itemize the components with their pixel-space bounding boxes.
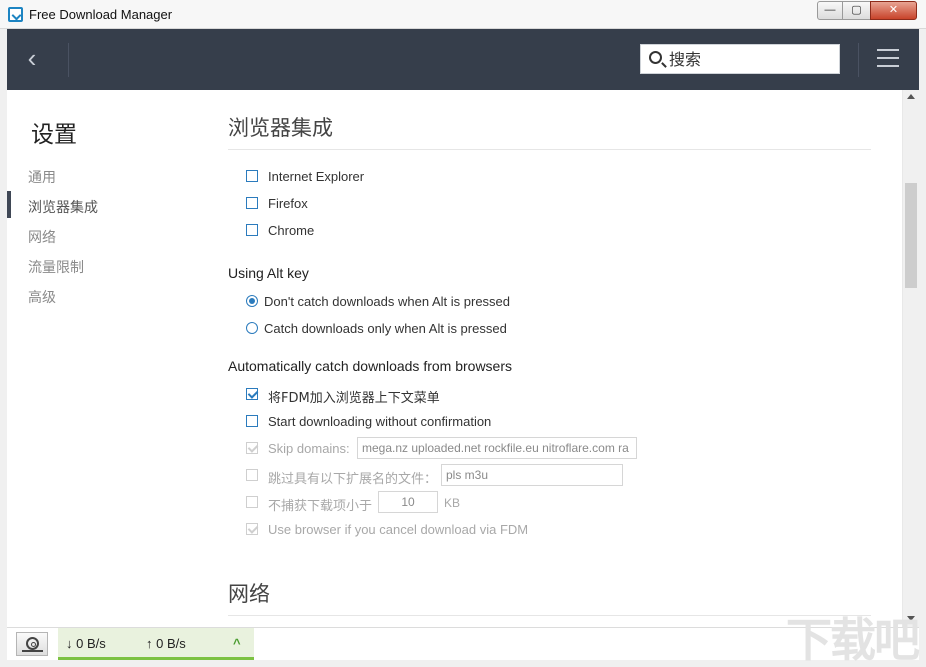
checkbox[interactable] <box>246 415 258 427</box>
upload-speed: ↑ 0 B/s <box>146 636 186 651</box>
option-label: 不捕获下载项小于 <box>268 499 373 514</box>
section-title-network: 网络 <box>228 582 270 606</box>
hamburger-menu-icon[interactable] <box>877 49 899 69</box>
option-label: Don't catch downloads when Alt is presse… <box>264 294 511 309</box>
option-label: Skip domains: <box>268 441 350 456</box>
scrollbar-thumb[interactable] <box>905 183 917 288</box>
download-speed: ↓ 0 B/s <box>66 636 106 651</box>
checkbox[interactable] <box>246 388 258 400</box>
checkbox <box>246 523 258 535</box>
section-divider <box>228 615 871 616</box>
checkbox[interactable] <box>246 170 258 182</box>
option-label: Chrome <box>268 223 315 238</box>
search-input[interactable] <box>669 49 834 69</box>
speed-limit-button[interactable] <box>16 632 48 656</box>
option-label: Catch downloads only when Alt is pressed <box>264 321 507 336</box>
snail-icon <box>26 637 39 650</box>
checkbox <box>246 469 258 481</box>
sidebar-item-browser-integration[interactable]: 浏览器集成 <box>28 197 98 217</box>
scroll-up-arrow-icon[interactable] <box>907 94 915 99</box>
speed-panel[interactable]: ↓ 0 B/s ↑ 0 B/s ^ <box>58 628 254 660</box>
maximize-button[interactable]: ▢ <box>843 1 870 20</box>
checkbox[interactable] <box>246 224 258 236</box>
sidebar-item-network[interactable]: 网络 <box>28 227 56 247</box>
option-label: Start downloading without confirmation <box>268 414 492 429</box>
skip-extensions-field: pls m3u <box>441 464 623 486</box>
settings-page: 设置 通用 浏览器集成 网络 流量限制 高级 浏览器集成 Internet Ex… <box>7 90 919 627</box>
section-title-browser-integration: 浏览器集成 <box>228 116 333 140</box>
min-size-unit: KB <box>444 496 461 510</box>
option-label: 跳过具有以下扩展名的文件： <box>268 472 438 487</box>
window-titlebar: Free Download Manager — ▢ ✕ <box>0 0 926 29</box>
sidebar-item-traffic-limits[interactable]: 流量限制 <box>28 257 84 277</box>
toolbar-divider <box>858 43 859 77</box>
minimize-button[interactable]: — <box>817 1 843 20</box>
search-box[interactable] <box>640 44 840 74</box>
snail-icon-foot <box>22 650 43 652</box>
window-title: Free Download Manager <box>29 7 173 22</box>
option-label: Firefox <box>268 196 308 211</box>
sidebar-item-general[interactable]: 通用 <box>28 167 56 187</box>
section-divider <box>228 149 871 150</box>
min-size-field: 10 <box>378 491 438 513</box>
app-toolbar: ‹ <box>7 29 919 90</box>
radio-button[interactable] <box>246 322 258 334</box>
checkbox <box>246 496 258 508</box>
back-arrow-icon[interactable]: ‹ <box>19 45 45 72</box>
auto-catch-label: Automatically catch downloads from brows… <box>228 358 513 374</box>
sidebar-item-advanced[interactable]: 高级 <box>28 287 56 307</box>
skip-domains-field: mega.nz uploaded.net rockfile.eu nitrofl… <box>357 437 637 459</box>
watermark-logo: 下载吧 <box>786 613 920 667</box>
radio-button[interactable] <box>246 295 258 307</box>
nav-active-indicator <box>7 191 11 218</box>
toolbar-divider <box>68 43 69 77</box>
vertical-scrollbar[interactable] <box>902 90 919 627</box>
option-label: Internet Explorer <box>268 169 365 184</box>
search-icon <box>649 51 662 64</box>
option-label: 将FDM加入浏览器上下文菜单 <box>268 391 440 406</box>
option-label: Use browser if you cancel download via F… <box>268 522 529 537</box>
app-logo-icon <box>8 7 23 22</box>
status-bar: ↓ 0 B/s ↑ 0 B/s ^ <box>7 627 919 660</box>
checkbox[interactable] <box>246 197 258 209</box>
checkbox <box>246 442 258 454</box>
chevron-up-icon[interactable]: ^ <box>233 636 241 651</box>
page-title: 设置 <box>31 122 77 148</box>
close-button[interactable]: ✕ <box>870 1 917 20</box>
alt-key-label: Using Alt key <box>228 265 309 281</box>
